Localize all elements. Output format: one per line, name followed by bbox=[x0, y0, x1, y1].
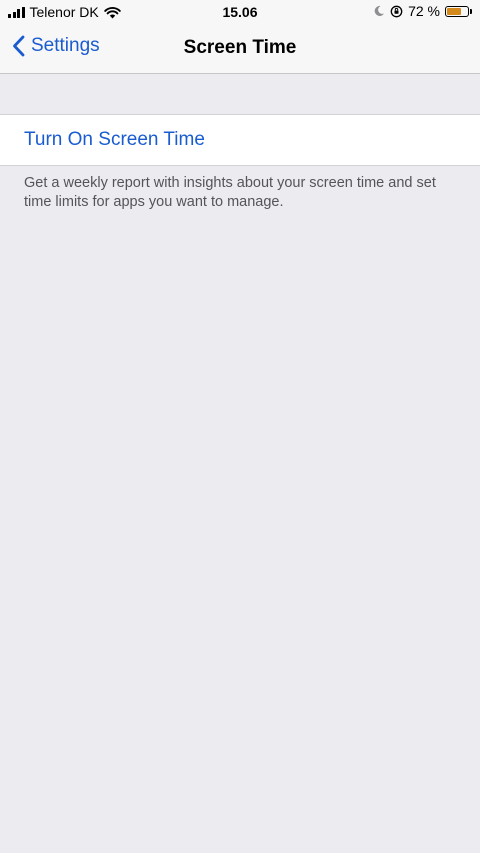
battery-percent: 72 % bbox=[408, 3, 440, 19]
navigation-bar: Settings Screen Time bbox=[0, 24, 480, 74]
moon-icon bbox=[374, 5, 385, 16]
status-right: 72 % bbox=[373, 3, 472, 19]
orientation-lock-icon bbox=[390, 5, 403, 17]
battery-tip bbox=[470, 8, 472, 14]
battery-fill bbox=[447, 7, 462, 15]
turn-on-screen-time-cell[interactable]: Turn On Screen Time bbox=[0, 114, 480, 166]
battery-icon bbox=[445, 5, 472, 17]
turn-on-screen-time-button[interactable]: Turn On Screen Time bbox=[24, 129, 205, 151]
status-bar: Telenor DK 15.06 72 % bbox=[0, 0, 480, 24]
page-title: Screen Time bbox=[183, 37, 297, 58]
screen-time-description: Get a weekly report with insights about … bbox=[24, 175, 436, 210]
battery-body bbox=[445, 5, 469, 17]
